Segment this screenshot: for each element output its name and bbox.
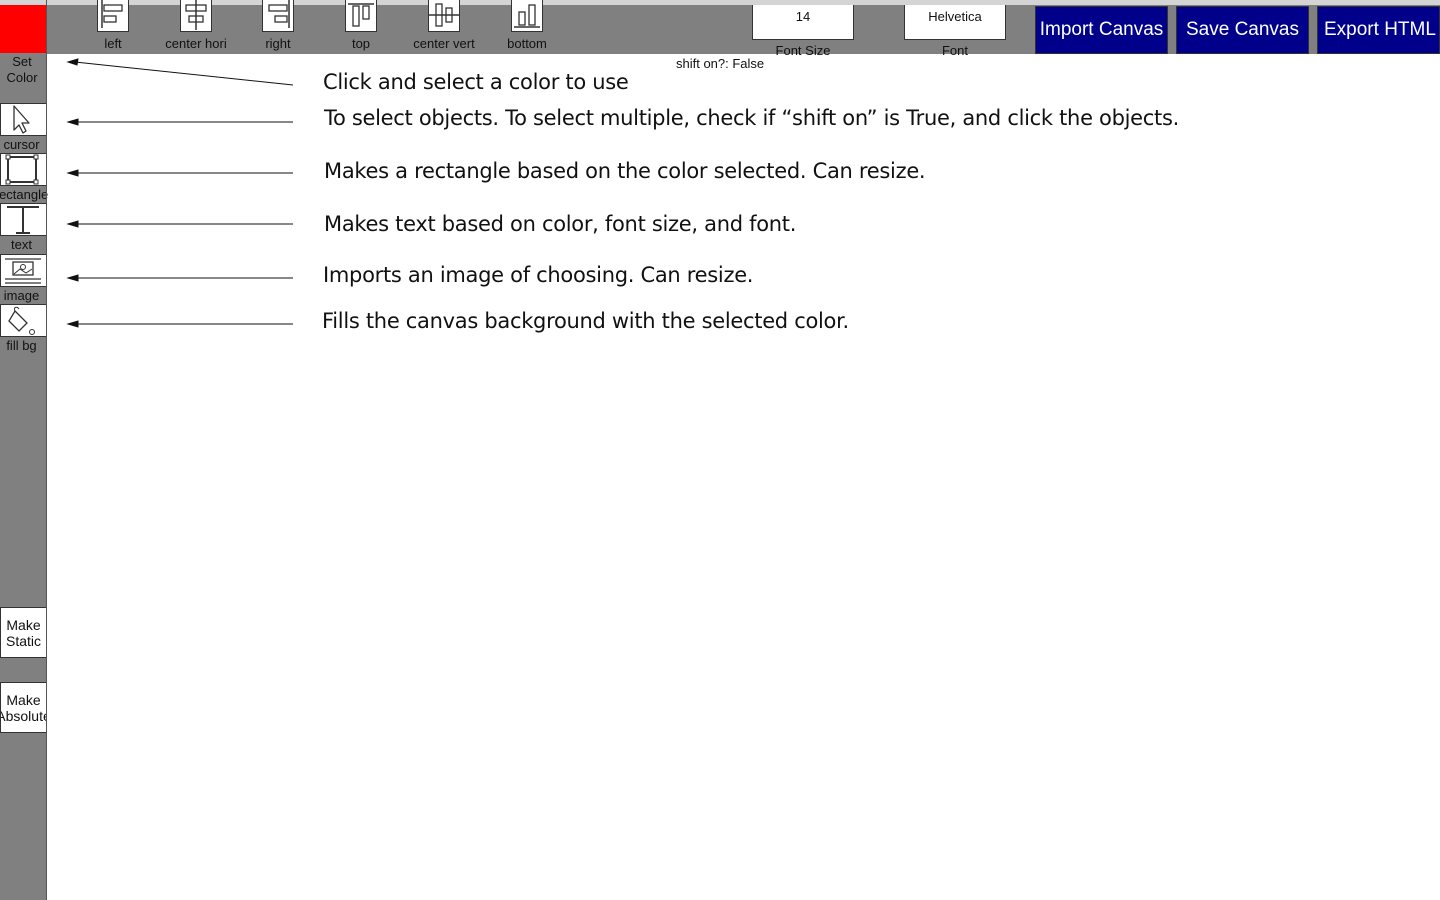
arrowhead-text — [66, 220, 79, 228]
instruction-text: Makes text based on color, font size, an… — [324, 212, 797, 236]
instruction-fill-bg: Fills the canvas background with the sel… — [322, 309, 849, 333]
arrowhead-fill-bg — [66, 320, 79, 328]
arrowhead-image — [66, 274, 79, 282]
instruction-cursor: To select objects. To select multiple, c… — [324, 106, 1179, 130]
arrowhead-cursor — [66, 118, 79, 126]
arrowhead-rectangle — [66, 169, 79, 177]
arrow-color — [74, 61, 294, 86]
instruction-rectangle: Makes a rectangle based on the color sel… — [324, 159, 926, 183]
annotation-arrows — [66, 58, 294, 328]
instruction-color: Click and select a color to use — [323, 70, 629, 94]
arrowhead-color — [66, 58, 79, 66]
instruction-image: Imports an image of choosing. Can resize… — [323, 263, 754, 287]
